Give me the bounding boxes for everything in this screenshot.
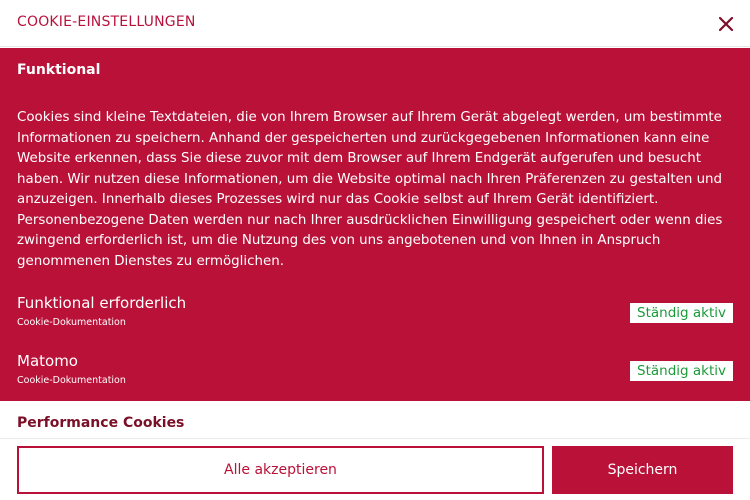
cookie-documentation-link[interactable]: Cookie-Dokumentation (17, 317, 126, 328)
status-badge: Ständig aktiv (630, 303, 733, 323)
cookie-item-name: Funktional erforderlich (17, 294, 187, 312)
performance-cookies-section[interactable]: Performance Cookies (0, 401, 750, 439)
dialog-title: COOKIE-EINSTELLUNGEN (17, 14, 196, 30)
functional-section-title: Funktional (17, 62, 101, 78)
close-button[interactable] (712, 10, 740, 38)
status-badge: Ständig aktiv (630, 361, 733, 381)
cookie-item-matomo: Matomo Cookie-Dokumentation Ständig akti… (17, 352, 733, 392)
dialog-footer: Alle akzeptieren Speichern (0, 440, 750, 500)
cookie-item-name: Matomo (17, 352, 78, 370)
cookie-settings-header: COOKIE-EINSTELLUNGEN (0, 0, 750, 47)
functional-section: Funktional Cookies sind kleine Textdatei… (0, 48, 750, 401)
close-icon (718, 16, 734, 32)
functional-description: Cookies sind kleine Textdateien, die von… (17, 110, 723, 269)
cookie-item-functional-required: Funktional erforderlich Cookie-Dokumenta… (17, 294, 733, 334)
performance-section-title: Performance Cookies (17, 415, 185, 431)
accept-all-button[interactable]: Alle akzeptieren (17, 446, 544, 494)
cookie-documentation-link[interactable]: Cookie-Dokumentation (17, 375, 126, 386)
save-button[interactable]: Speichern (552, 446, 733, 494)
